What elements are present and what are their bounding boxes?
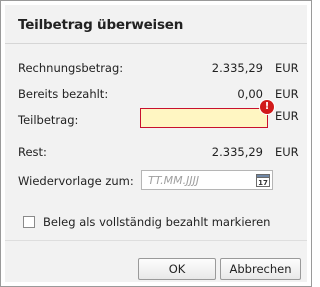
mark-fully-paid-label[interactable]: Beleg als vollständig bezahlt markieren [43,215,270,229]
already-paid-label: Bereits bezahlt: [18,87,109,101]
ok-button[interactable]: OK [138,258,216,280]
invoice-amount-value: 2.335,29 [211,61,263,75]
dialog-title: Teilbetrag überweisen [18,17,184,33]
cancel-button[interactable]: Abbrechen [220,258,301,280]
follow-up-date-label: Wiedervorlage zum: [18,174,134,188]
follow-up-date-input[interactable] [142,171,262,189]
calendar-day-text: 17 [258,179,268,187]
partial-amount-label: Teilbetrag: [18,113,79,127]
mark-fully-paid-checkbox[interactable] [23,216,35,228]
calendar-icon[interactable]: 17 [256,173,270,187]
remaining-value: 2.335,29 [211,145,263,159]
follow-up-date-field: 17 [141,170,273,190]
footer-divider [5,240,307,241]
exclamation-circle-icon: ! [260,100,274,114]
partial-amount-currency: EUR [275,109,299,123]
remaining-label: Rest: [18,145,47,159]
dialog-body: Teilbetrag überweisen Rechnungsbetrag: 2… [5,5,307,282]
transfer-partial-amount-dialog: Teilbetrag überweisen Rechnungsbetrag: 2… [0,0,312,287]
partial-amount-input[interactable] [140,108,268,128]
invoice-amount-label: Rechnungsbetrag: [18,61,124,75]
invoice-amount-currency: EUR [275,61,299,75]
title-divider [5,43,307,44]
remaining-currency: EUR [275,145,299,159]
already-paid-currency: EUR [275,87,299,101]
already-paid-value: 0,00 [237,87,263,101]
